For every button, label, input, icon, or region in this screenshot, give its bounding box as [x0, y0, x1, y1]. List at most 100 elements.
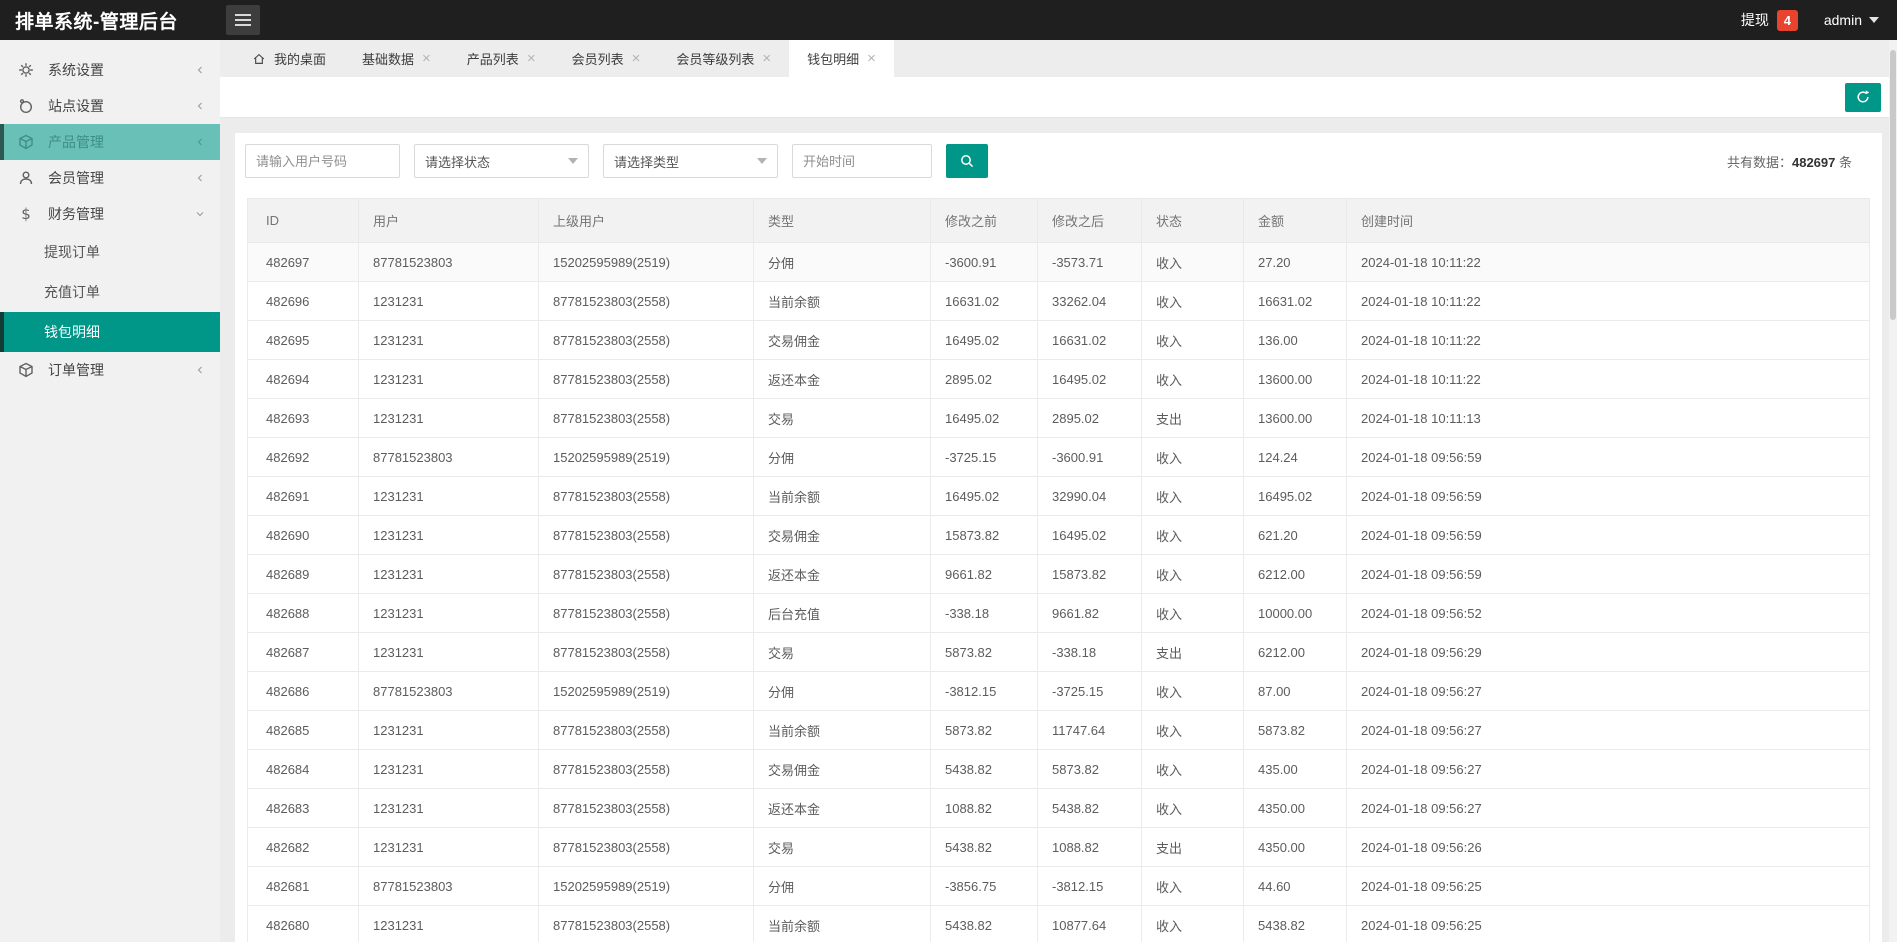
box-icon — [18, 134, 34, 150]
table-cell: 482685 — [247, 710, 359, 750]
table-cell: 1231231 — [358, 359, 539, 399]
table-cell: 87781523803(2558) — [538, 476, 754, 516]
withdraw-shortcut[interactable]: 提现 4 — [1741, 9, 1798, 31]
table-cell: 16495.02 — [930, 476, 1038, 516]
table-cell: 2024-01-18 09:56:26 — [1346, 827, 1870, 867]
total-count-value: 482697 — [1791, 154, 1836, 170]
table-cell: 11747.64 — [1037, 710, 1142, 750]
table-row: 482686 87781523803 15202595989(2519) 分佣 -381… — [247, 671, 1870, 711]
user-menu[interactable]: admin — [1824, 12, 1879, 28]
table-cell: 收入 — [1141, 242, 1244, 282]
table-cell: 收入 — [1141, 359, 1244, 399]
user-number-input[interactable] — [245, 144, 400, 178]
table-cell: 87.00 — [1243, 671, 1347, 711]
close-icon[interactable]: × — [632, 51, 641, 66]
table-cell: 1231231 — [358, 476, 539, 516]
table-cell: 1231231 — [358, 593, 539, 633]
package-icon — [18, 362, 34, 378]
type-select-value: 请选择类型 — [614, 154, 680, 170]
start-time-input[interactable] — [792, 144, 932, 178]
table-cell: 分佣 — [753, 671, 931, 711]
table-cell: 2024-01-18 09:56:27 — [1346, 710, 1870, 750]
tab-产品列表[interactable]: 产品列表 × — [449, 40, 554, 77]
scrollbar-thumb[interactable] — [1890, 50, 1896, 320]
sidebar-subitem-label: 充值订单 — [44, 284, 100, 300]
table-cell: 621.20 — [1243, 515, 1347, 555]
table-cell: 收入 — [1141, 788, 1244, 828]
tab-基础数据[interactable]: 基础数据 × — [344, 40, 449, 77]
column-header: 修改之后 — [1037, 198, 1142, 243]
hamburger-menu-icon[interactable] — [226, 5, 260, 35]
table-row: 482687 1231231 87781523803(2558) 交易 5873.82-… — [247, 632, 1870, 672]
table-cell: 1231231 — [358, 905, 539, 942]
table-cell: 27.20 — [1243, 242, 1347, 282]
tab-label: 我的桌面 — [274, 52, 327, 67]
close-icon[interactable]: × — [422, 51, 431, 66]
status-select[interactable]: 请选择状态 — [414, 144, 589, 178]
sidebar-item-withdraw-orders[interactable]: 提现订单 — [0, 232, 220, 272]
close-icon[interactable]: × — [867, 51, 876, 66]
tab-label: 会员列表 — [571, 52, 624, 67]
sidebar-item-member-management[interactable]: 会员管理 — [0, 160, 220, 196]
table-cell: 44.60 — [1243, 866, 1347, 906]
table-cell: 5873.82 — [1037, 749, 1142, 789]
column-header: ID — [247, 198, 359, 243]
table-cell: 10000.00 — [1243, 593, 1347, 633]
page-scrollbar[interactable] — [1889, 40, 1897, 942]
dollar-icon: $ — [21, 205, 31, 223]
sidebar-item-product-management[interactable]: 产品管理 — [0, 124, 220, 160]
sidebar-item-site-settings[interactable]: 站点设置 — [0, 88, 220, 124]
table-cell: 4350.00 — [1243, 788, 1347, 828]
table-cell: 1231231 — [358, 632, 539, 672]
sidebar-item-order-management[interactable]: 订单管理 — [0, 352, 220, 388]
tab-我的桌面[interactable]: 我的桌面 — [234, 40, 344, 77]
withdraw-badge: 4 — [1776, 9, 1798, 31]
tab-会员列表[interactable]: 会员列表 × — [554, 40, 659, 77]
table-cell: 交易佣金 — [753, 515, 931, 555]
search-button[interactable] — [946, 144, 988, 178]
filter-bar: 请选择状态 请选择类型 — [245, 144, 988, 178]
table-cell: 482693 — [247, 398, 359, 438]
sidebar-item-recharge-orders[interactable]: 充值订单 — [0, 272, 220, 312]
table-cell: 返还本金 — [753, 359, 931, 399]
table-cell: 2024-01-18 10:11:22 — [1346, 242, 1870, 282]
sidebar-subitem-label: 钱包明细 — [44, 324, 100, 340]
type-select[interactable]: 请选择类型 — [603, 144, 778, 178]
sidebar-item-system-settings[interactable]: 系统设置 — [0, 52, 220, 88]
table-row: 482696 1231231 87781523803(2558) 当前余额 16631.… — [247, 281, 1870, 321]
refresh-button[interactable] — [1845, 82, 1881, 112]
table-cell: 482692 — [247, 437, 359, 477]
column-header: 用户 — [358, 198, 539, 243]
table-cell: 15202595989(2519) — [538, 242, 754, 282]
table-cell: 10877.64 — [1037, 905, 1142, 942]
table-cell: -3725.15 — [1037, 671, 1142, 711]
table-cell: 收入 — [1141, 554, 1244, 594]
table-cell: 16495.02 — [1037, 359, 1142, 399]
table-cell: 1088.82 — [930, 788, 1038, 828]
chevron-left-icon — [194, 172, 206, 184]
table-cell: 2024-01-18 09:56:59 — [1346, 437, 1870, 477]
table-cell: 2024-01-18 09:56:27 — [1346, 671, 1870, 711]
table-row: 482681 87781523803 15202595989(2519) 分佣 -385… — [247, 866, 1870, 906]
close-icon[interactable]: × — [762, 51, 771, 66]
table-cell: 收入 — [1141, 593, 1244, 633]
tab-label: 钱包明细 — [807, 52, 860, 67]
table-cell: 当前余额 — [753, 476, 931, 516]
table-row: 482697 87781523803 15202595989(2519) 分佣 -360… — [247, 242, 1870, 282]
table-cell: 87781523803(2558) — [538, 788, 754, 828]
chevron-down-icon — [568, 158, 578, 164]
sidebar-item-wallet-details[interactable]: 钱包明细 — [0, 312, 220, 352]
table-cell: 2024-01-18 09:56:29 — [1346, 632, 1870, 672]
sidebar-item-label: 站点设置 — [48, 98, 104, 114]
table-cell: 482681 — [247, 866, 359, 906]
sidebar-item-finance-management[interactable]: $ 财务管理 — [0, 196, 220, 232]
tab-钱包明细[interactable]: 钱包明细 × — [789, 40, 894, 77]
close-icon[interactable]: × — [527, 51, 536, 66]
tab-会员等级列表[interactable]: 会员等级列表 × — [658, 40, 789, 77]
table-cell: 482686 — [247, 671, 359, 711]
sidebar-item-label: 系统设置 — [48, 62, 104, 78]
table-cell: 9661.82 — [930, 554, 1038, 594]
table-cell: 87781523803 — [358, 437, 539, 477]
table-cell: 16495.02 — [1243, 476, 1347, 516]
